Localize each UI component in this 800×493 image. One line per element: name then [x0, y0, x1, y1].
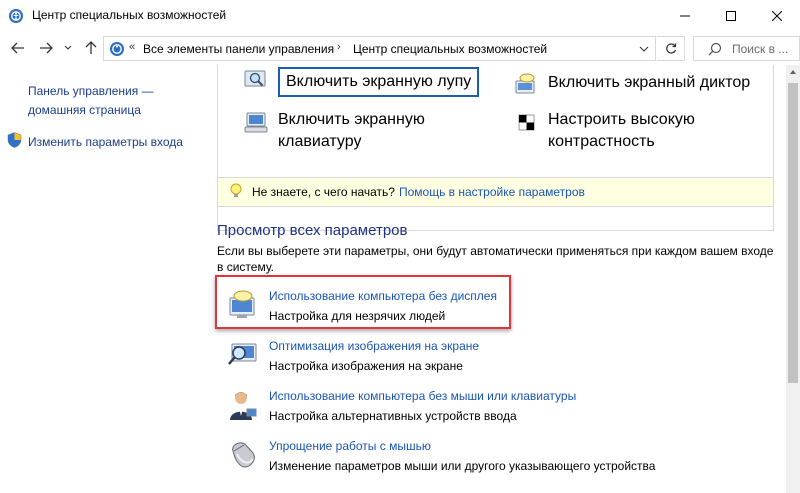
tip-text: Не знаете, с чего начать? [252, 185, 395, 199]
keyboard-icon [244, 110, 268, 134]
search-input[interactable]: Поиск в ... [693, 36, 800, 61]
scroll-up-icon[interactable] [786, 65, 800, 79]
option-mouse-ease-desc: Изменение параметров мыши или другого ук… [269, 459, 656, 473]
section-title: Просмотр всех параметров [217, 222, 408, 239]
narrator-icon [514, 73, 538, 97]
recent-locations-dropdown[interactable] [62, 39, 74, 57]
quick-narrator-label: Включить экранный диктор [548, 74, 751, 91]
quick-onscreen-keyboard[interactable]: Включить экранную клавиатуру [244, 109, 425, 153]
breadcrumb-separator-icon[interactable]: › [337, 41, 341, 53]
tip-bar: Не знаете, с чего начать? Помощь в настр… [217, 177, 774, 207]
quick-contrast-text: Настроить высокую контрастность [548, 109, 695, 153]
address-bar[interactable]: « Все элементы панели управления › Центр… [103, 36, 656, 61]
quick-contrast-line2: контрастность [548, 133, 655, 150]
search-icon [708, 42, 722, 59]
signin-settings-link[interactable]: Изменить параметры входа [7, 132, 183, 151]
overflow-chevron-icon[interactable]: « [129, 41, 135, 53]
control-panel-icon [109, 41, 125, 60]
address-dropdown-icon[interactable] [639, 42, 649, 56]
setup-help-link[interactable]: Помощь в настройке параметров [399, 185, 585, 199]
quick-magnifier[interactable]: Включить экранную лупу [244, 67, 480, 97]
option-no-mouse-keyboard-desc: Настройка альтернативных устройств ввода [269, 409, 517, 423]
highlight-frame [215, 275, 511, 329]
up-button[interactable] [82, 39, 100, 57]
main-content: Включить экранную лупу Включить экранный… [202, 65, 786, 493]
scroll-thumb[interactable] [788, 83, 798, 383]
quick-keyboard-line2: клавиатуру [278, 133, 362, 150]
section-description: Если вы выберете эти параметры, они буду… [217, 244, 774, 274]
quick-keyboard-line1: Включить экранную [278, 111, 425, 128]
option-optimize-display-desc: Настройка изображения на экране [269, 359, 463, 373]
user-icon [227, 389, 259, 421]
close-button[interactable] [754, 0, 800, 31]
quick-narrator[interactable]: Включить экранный диктор [514, 72, 750, 97]
ease-of-access-icon [8, 8, 24, 24]
option-mouse-ease[interactable]: Упрощение работы с мышью Изменение парам… [227, 437, 747, 483]
breadcrumb-ease-of-access[interactable]: Центр специальных возможностей [353, 42, 547, 56]
signin-settings-label: Изменить параметры входа [28, 134, 183, 149]
high-contrast-icon [514, 110, 538, 134]
quick-high-contrast[interactable]: Настроить высокую контрастность [514, 109, 695, 153]
option-optimize-display[interactable]: Оптимизация изображения на экране Настро… [227, 337, 747, 383]
refresh-button[interactable] [657, 36, 685, 61]
title-bar: Центр специальных возможностей [0, 0, 800, 31]
quick-keyboard-text: Включить экранную клавиатуру [278, 109, 425, 153]
control-panel-home-link[interactable]: Панель управления — домашняя страница [28, 82, 188, 120]
forward-button[interactable] [37, 39, 55, 57]
option-no-mouse-keyboard[interactable]: Использование компьютера без мыши или кл… [227, 387, 747, 433]
shield-icon [7, 132, 22, 151]
option-mouse-ease-title[interactable]: Упрощение работы с мышью [269, 439, 431, 453]
minimize-button[interactable] [662, 0, 708, 31]
window-title: Центр специальных возможностей [32, 8, 227, 22]
search-placeholder: Поиск в ... [732, 42, 789, 56]
mouse-icon [227, 439, 259, 471]
breadcrumb-all-items[interactable]: Все элементы панели управления [143, 42, 334, 56]
back-button[interactable] [9, 39, 27, 57]
left-pane: Панель управления — домашняя страница Из… [0, 65, 202, 493]
quick-magnifier-label: Включить экранную лупу [278, 67, 480, 97]
magnifier-icon [244, 68, 268, 92]
navigation-bar: « Все элементы панели управления › Центр… [0, 31, 800, 65]
maximize-button[interactable] [708, 0, 754, 31]
lightbulb-icon [230, 183, 242, 202]
option-no-mouse-keyboard-title[interactable]: Использование компьютера без мыши или кл… [269, 389, 576, 403]
magnifier-screen-icon [227, 339, 259, 371]
quick-contrast-line1: Настроить высокую [548, 111, 695, 128]
vertical-scrollbar[interactable] [786, 65, 800, 493]
option-optimize-display-title[interactable]: Оптимизация изображения на экране [269, 339, 479, 353]
